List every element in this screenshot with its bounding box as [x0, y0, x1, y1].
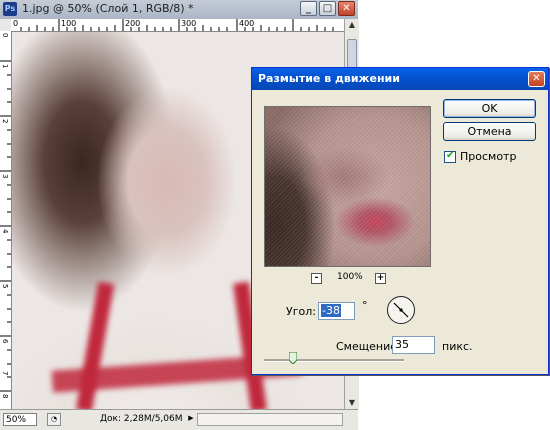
ok-button[interactable]: OK: [443, 99, 536, 118]
ruler-label: 3: [1, 174, 9, 179]
scroll-up-arrow-icon[interactable]: ▲: [346, 19, 358, 31]
zoom-in-button[interactable]: +: [375, 273, 386, 284]
angle-dial-needle-icon: [393, 302, 409, 318]
zoom-field[interactable]: 50%: [3, 413, 37, 426]
preview-checkbox[interactable]: ✔: [444, 149, 456, 163]
distance-slider-thumb[interactable]: [289, 352, 297, 364]
dialog-title-bar[interactable]: Размытие в движении ✕: [252, 68, 548, 90]
ruler-label: 100: [61, 19, 77, 28]
preview-zoom-level: 100%: [337, 272, 363, 282]
status-menu-arrow-icon[interactable]: ▶: [184, 413, 198, 426]
minimize-button[interactable]: _: [300, 1, 317, 16]
ruler-label: 300: [181, 19, 197, 28]
ruler-label: 5: [1, 284, 9, 289]
ruler-label: 2: [1, 119, 9, 124]
status-bar: 50% ◔ Док: 2,28M/5,06M ▶: [0, 409, 358, 430]
status-options-icon[interactable]: ◔: [47, 413, 61, 426]
maximize-button[interactable]: □: [319, 1, 336, 16]
ruler-label: 6: [1, 339, 9, 344]
photoshop-icon: Ps: [3, 2, 17, 16]
distance-label: Смещение:: [336, 340, 401, 353]
document-size: Док: 2,28M/5,06M: [100, 414, 183, 424]
ruler-label: 400: [239, 19, 255, 28]
ruler-label: 0: [13, 19, 19, 28]
vertical-ruler: 0 1 2 3 4 5 6 7 8: [0, 31, 12, 409]
document-title: 1.jpg @ 50% (Слой 1, RGB/8) *: [22, 2, 194, 15]
horizontal-ruler: 0 100 200 300 400: [11, 19, 344, 32]
filter-preview[interactable]: [264, 106, 431, 267]
preview-checkbox-row[interactable]: ✔ Просмотр: [444, 150, 516, 163]
document-title-bar[interactable]: Ps 1.jpg @ 50% (Слой 1, RGB/8) * _ □ ✕: [0, 0, 358, 20]
ruler-ticks-left: [0, 60, 11, 392]
scroll-down-arrow-icon[interactable]: ▼: [346, 397, 358, 409]
cancel-button[interactable]: Отмена: [443, 122, 536, 141]
ruler-label: 4: [1, 229, 9, 234]
ruler-label: 0: [1, 33, 9, 38]
dialog-title: Размытие в движении: [258, 72, 400, 85]
dialog-close-button[interactable]: ✕: [528, 71, 545, 87]
ruler-label: 8: [1, 394, 9, 399]
preview-blur-overlay: [265, 107, 430, 266]
zoom-out-button[interactable]: -: [311, 273, 322, 284]
ruler-label: 1: [1, 64, 9, 69]
motion-blur-dialog: Размытие в движении ✕ - 100% + OK Отмена…: [251, 67, 549, 375]
checkmark-icon: ✔: [446, 149, 455, 161]
angle-input[interactable]: -38: [318, 302, 355, 320]
preview-checkbox-label: Просмотр: [460, 150, 517, 163]
close-button[interactable]: ✕: [338, 1, 355, 16]
angle-unit: °: [362, 299, 368, 312]
angle-label: Угол:: [286, 305, 316, 318]
horizontal-scrollbar[interactable]: [197, 413, 343, 426]
distance-slider-track[interactable]: [264, 359, 404, 362]
distance-unit: пикс.: [442, 340, 473, 353]
window-buttons: _ □ ✕: [300, 1, 355, 16]
distance-input[interactable]: 35: [392, 336, 435, 354]
angle-value: -38: [321, 304, 341, 317]
angle-dial[interactable]: [387, 296, 415, 324]
ruler-label: 200: [125, 19, 141, 28]
ruler-label: 7: [1, 371, 9, 376]
